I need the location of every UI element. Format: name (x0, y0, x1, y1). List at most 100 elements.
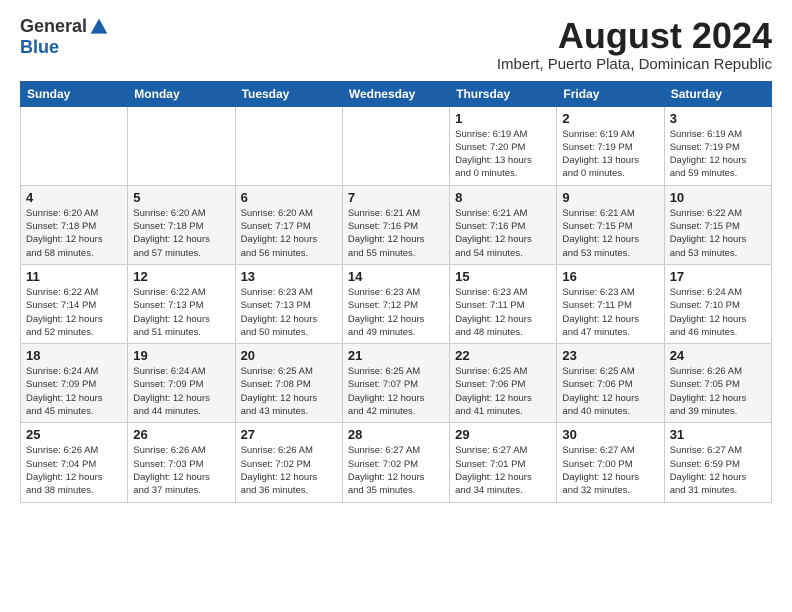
calendar-cell: 20Sunrise: 6:25 AM Sunset: 7:08 PM Dayli… (235, 344, 342, 423)
calendar-cell: 29Sunrise: 6:27 AM Sunset: 7:01 PM Dayli… (450, 423, 557, 502)
day-number: 31 (670, 427, 766, 442)
calendar-header-monday: Monday (128, 81, 235, 106)
calendar-week-1: 4 Sunrise: 6:20 AM Sunset: 7:18 PM Daylig… (21, 185, 772, 264)
day-number: 11 (26, 269, 122, 284)
day-number: 21 (348, 348, 444, 363)
calendar-cell: 31Sunrise: 6:27 AM Sunset: 6:59 PM Dayli… (664, 423, 771, 502)
day-number: 29 (455, 427, 551, 442)
day-number: 22 (455, 348, 551, 363)
calendar-cell: 10 Sunrise: 6:22 AM Sunset: 7:15 PM Dayli… (664, 185, 771, 264)
day-number: 4 (26, 190, 122, 205)
day-number: 18 (26, 348, 122, 363)
page-container: General Blue August 2024 Imbert, Puerto … (0, 0, 792, 513)
calendar-cell: 21 Sunrise: 6:25 AM Sunset: 7:07 PM Dayli… (342, 344, 449, 423)
day-info: Sunrise: 6:23 AM Sunset: 7:11 PM Dayligh… (562, 287, 639, 338)
calendar-cell: 4 Sunrise: 6:20 AM Sunset: 7:18 PM Daylig… (21, 185, 128, 264)
day-number: 23 (562, 348, 658, 363)
day-number: 28 (348, 427, 444, 442)
calendar-cell: 23 Sunrise: 6:25 AM Sunset: 7:06 PM Dayli… (557, 344, 664, 423)
day-info: Sunrise: 6:21 AM Sunset: 7:15 PM Dayligh… (562, 208, 639, 259)
calendar-header-thursday: Thursday (450, 81, 557, 106)
day-number: 24 (670, 348, 766, 363)
day-info: Sunrise: 6:25 AM Sunset: 7:08 PM Dayligh… (241, 366, 318, 417)
calendar-cell: 17Sunrise: 6:24 AM Sunset: 7:10 PM Dayli… (664, 264, 771, 343)
calendar-cell (21, 106, 128, 185)
day-info: Sunrise: 6:23 AM Sunset: 7:13 PM Dayligh… (241, 287, 318, 338)
calendar-cell: 9 Sunrise: 6:21 AM Sunset: 7:15 PM Daylig… (557, 185, 664, 264)
calendar-cell: 8 Sunrise: 6:21 AM Sunset: 7:16 PM Daylig… (450, 185, 557, 264)
day-number: 1 (455, 111, 551, 126)
calendar-cell: 22 Sunrise: 6:25 AM Sunset: 7:06 PM Dayli… (450, 344, 557, 423)
day-number: 9 (562, 190, 658, 205)
calendar-cell: 11 Sunrise: 6:22 AM Sunset: 7:14 PM Dayli… (21, 264, 128, 343)
day-info: Sunrise: 6:20 AM Sunset: 7:18 PM Dayligh… (26, 208, 103, 259)
calendar-header-tuesday: Tuesday (235, 81, 342, 106)
day-info: Sunrise: 6:26 AM Sunset: 7:03 PM Dayligh… (133, 445, 210, 496)
day-info: Sunrise: 6:19 AM Sunset: 7:19 PM Dayligh… (562, 129, 639, 180)
calendar-cell: 27 Sunrise: 6:26 AM Sunset: 7:02 PM Dayli… (235, 423, 342, 502)
calendar-week-2: 11 Sunrise: 6:22 AM Sunset: 7:14 PM Dayli… (21, 264, 772, 343)
calendar-cell: 16 Sunrise: 6:23 AM Sunset: 7:11 PM Dayli… (557, 264, 664, 343)
day-number: 13 (241, 269, 337, 284)
day-info: Sunrise: 6:24 AM Sunset: 7:10 PM Dayligh… (670, 287, 747, 338)
day-info: Sunrise: 6:22 AM Sunset: 7:15 PM Dayligh… (670, 208, 747, 259)
calendar-cell: 24 Sunrise: 6:26 AM Sunset: 7:05 PM Dayli… (664, 344, 771, 423)
day-number: 12 (133, 269, 229, 284)
calendar-header-row: SundayMondayTuesdayWednesdayThursdayFrid… (21, 81, 772, 106)
calendar-cell: 13 Sunrise: 6:23 AM Sunset: 7:13 PM Dayli… (235, 264, 342, 343)
calendar-cell: 5Sunrise: 6:20 AM Sunset: 7:18 PM Daylig… (128, 185, 235, 264)
day-info: Sunrise: 6:27 AM Sunset: 7:00 PM Dayligh… (562, 445, 639, 496)
day-info: Sunrise: 6:22 AM Sunset: 7:13 PM Dayligh… (133, 287, 210, 338)
day-number: 10 (670, 190, 766, 205)
calendar-cell: 12 Sunrise: 6:22 AM Sunset: 7:13 PM Dayli… (128, 264, 235, 343)
day-info: Sunrise: 6:26 AM Sunset: 7:05 PM Dayligh… (670, 366, 747, 417)
calendar-header-saturday: Saturday (664, 81, 771, 106)
day-info: Sunrise: 6:21 AM Sunset: 7:16 PM Dayligh… (455, 208, 532, 259)
day-number: 7 (348, 190, 444, 205)
day-number: 2 (562, 111, 658, 126)
day-number: 25 (26, 427, 122, 442)
day-info: Sunrise: 6:23 AM Sunset: 7:11 PM Dayligh… (455, 287, 532, 338)
calendar-table: SundayMondayTuesdayWednesdayThursdayFrid… (20, 81, 772, 503)
location-title: Imbert, Puerto Plata, Dominican Republic (497, 56, 772, 73)
day-info: Sunrise: 6:25 AM Sunset: 7:06 PM Dayligh… (562, 366, 639, 417)
day-number: 8 (455, 190, 551, 205)
month-title: August 2024 (497, 16, 772, 56)
calendar-header-sunday: Sunday (21, 81, 128, 106)
day-number: 14 (348, 269, 444, 284)
calendar-cell: 7Sunrise: 6:21 AM Sunset: 7:16 PM Daylig… (342, 185, 449, 264)
calendar-cell: 28Sunrise: 6:27 AM Sunset: 7:02 PM Dayli… (342, 423, 449, 502)
logo-blue: Blue (20, 37, 59, 58)
calendar-cell: 19Sunrise: 6:24 AM Sunset: 7:09 PM Dayli… (128, 344, 235, 423)
day-info: Sunrise: 6:24 AM Sunset: 7:09 PM Dayligh… (26, 366, 103, 417)
day-number: 30 (562, 427, 658, 442)
calendar-cell: 30 Sunrise: 6:27 AM Sunset: 7:00 PM Dayli… (557, 423, 664, 502)
day-info: Sunrise: 6:26 AM Sunset: 7:04 PM Dayligh… (26, 445, 103, 496)
title-section: August 2024 Imbert, Puerto Plata, Domini… (497, 16, 772, 73)
logo-icon (89, 17, 109, 37)
calendar-cell (235, 106, 342, 185)
day-number: 27 (241, 427, 337, 442)
calendar-week-3: 18 Sunrise: 6:24 AM Sunset: 7:09 PM Dayli… (21, 344, 772, 423)
day-info: Sunrise: 6:23 AM Sunset: 7:12 PM Dayligh… (348, 287, 425, 338)
day-info: Sunrise: 6:20 AM Sunset: 7:17 PM Dayligh… (241, 208, 318, 259)
calendar-cell: 6Sunrise: 6:20 AM Sunset: 7:17 PM Daylig… (235, 185, 342, 264)
day-info: Sunrise: 6:19 AM Sunset: 7:19 PM Dayligh… (670, 129, 747, 180)
day-info: Sunrise: 6:24 AM Sunset: 7:09 PM Dayligh… (133, 366, 210, 417)
calendar-cell: 2 Sunrise: 6:19 AM Sunset: 7:19 PM Daylig… (557, 106, 664, 185)
day-number: 5 (133, 190, 229, 205)
logo: General Blue (20, 16, 109, 58)
calendar-header-friday: Friday (557, 81, 664, 106)
day-number: 3 (670, 111, 766, 126)
day-info: Sunrise: 6:22 AM Sunset: 7:14 PM Dayligh… (26, 287, 103, 338)
day-info: Sunrise: 6:25 AM Sunset: 7:07 PM Dayligh… (348, 366, 425, 417)
day-number: 26 (133, 427, 229, 442)
day-info: Sunrise: 6:26 AM Sunset: 7:02 PM Dayligh… (241, 445, 318, 496)
calendar-cell (342, 106, 449, 185)
day-info: Sunrise: 6:19 AM Sunset: 7:20 PM Dayligh… (455, 129, 532, 180)
header-section: General Blue August 2024 Imbert, Puerto … (20, 16, 772, 73)
logo-general: General (20, 16, 87, 37)
calendar-cell: 26 Sunrise: 6:26 AM Sunset: 7:03 PM Dayli… (128, 423, 235, 502)
day-info: Sunrise: 6:25 AM Sunset: 7:06 PM Dayligh… (455, 366, 532, 417)
day-number: 16 (562, 269, 658, 284)
